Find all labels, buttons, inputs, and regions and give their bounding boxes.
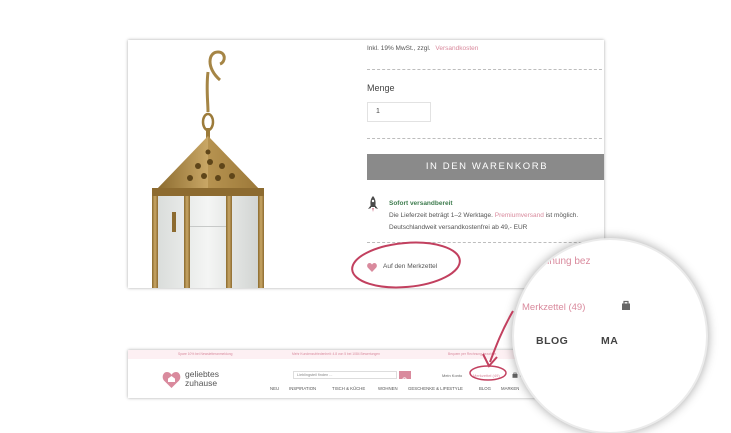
search-icon xyxy=(402,377,408,383)
magnified-bag-icon xyxy=(622,300,630,310)
wishlist-link[interactable]: Merkzettel (49) xyxy=(473,373,500,378)
screenshot-stage: Inkl. 19% MwSt., zzgl. Versandkosten Men… xyxy=(0,0,731,433)
magnified-wishlist-link: Merkzettel (49) xyxy=(522,302,585,313)
product-detail-panel: Inkl. 19% MwSt., zzgl. Versandkosten Men… xyxy=(128,40,604,288)
premium-suffix: ist möglich. xyxy=(545,212,579,219)
logo-line-2: zuhause xyxy=(185,377,218,388)
nav-item-blog[interactable]: BLOG xyxy=(479,386,491,391)
shipping-cost-link[interactable]: Versandkosten xyxy=(435,45,478,52)
magnified-wishlist-count: (49) xyxy=(568,302,586,313)
add-to-cart-button[interactable]: IN DEN WARENKORB xyxy=(367,154,604,180)
magnifier-callout: Rechnung bez Merkzettel (49) BLOG MA xyxy=(512,238,708,433)
premium-shipping-link[interactable]: Premiumversand xyxy=(495,212,544,219)
price-note: Inkl. 19% MwSt., zzgl. Versandkosten xyxy=(367,45,478,52)
quantity-input[interactable]: 1 xyxy=(367,102,431,122)
divider xyxy=(367,69,604,70)
heart-icon xyxy=(367,263,377,272)
wishlist-label: Auf den Merkzettel xyxy=(383,263,438,270)
promo-newsletter[interactable]: Spare 10% bei Newsletteranmeldung xyxy=(178,352,232,356)
shopping-bag-icon xyxy=(512,372,518,378)
logo-heart-icon[interactable] xyxy=(162,371,181,389)
product-image-lantern xyxy=(128,40,358,288)
nav-item-wohnen[interactable]: WOHNEN xyxy=(378,386,398,391)
magnified-nav-marken: MA xyxy=(601,335,619,347)
quantity-label: Menge xyxy=(367,83,395,93)
magnified-wishlist-label: Merkzettel xyxy=(522,302,566,313)
magnified-nav-blog: BLOG xyxy=(536,335,569,347)
rocket-icon xyxy=(368,196,378,212)
divider xyxy=(367,242,604,243)
delivery-time: Die Lieferzeit beträgt 1–2 Werktage. xyxy=(389,212,493,219)
nav-item-inspiration[interactable]: INSPIRATION xyxy=(289,386,316,391)
magnified-invoice-text: Rechnung bez xyxy=(526,256,591,267)
search-button[interactable] xyxy=(399,371,411,383)
delivery-time-text: Die Lieferzeit beträgt 1–2 Werktage. Pre… xyxy=(389,212,578,219)
logo-wordmark[interactable]: geliebtes zuhause xyxy=(185,370,219,387)
promo-invoice[interactable]: Bequem per Rechnung bezahlen xyxy=(448,352,496,356)
nav-item-neu[interactable]: NEU xyxy=(270,386,279,391)
divider xyxy=(367,138,604,139)
shipping-status: Sofort versandbereit xyxy=(389,200,453,207)
free-shipping-text: Deutschlandweit versandkostenfrei ab 49,… xyxy=(389,224,528,231)
search-input[interactable]: Lieblingsteil finden ... xyxy=(293,371,397,379)
nav-item-geschenke-lifestyle[interactable]: GESCHENKE & LIFESTYLE xyxy=(408,386,463,391)
nav-item-marken[interactable]: MARKEN xyxy=(501,386,519,391)
nav-item-tisch-kueche[interactable]: TISCH & KÜCHE xyxy=(332,386,365,391)
price-tax-text: Inkl. 19% MwSt., zzgl. xyxy=(367,45,431,52)
account-link[interactable]: Mein Konto xyxy=(442,373,462,378)
promo-reviews[interactable]: Mehr Kundenzufriedenheit: 4.8 von 5 bei … xyxy=(292,352,380,356)
